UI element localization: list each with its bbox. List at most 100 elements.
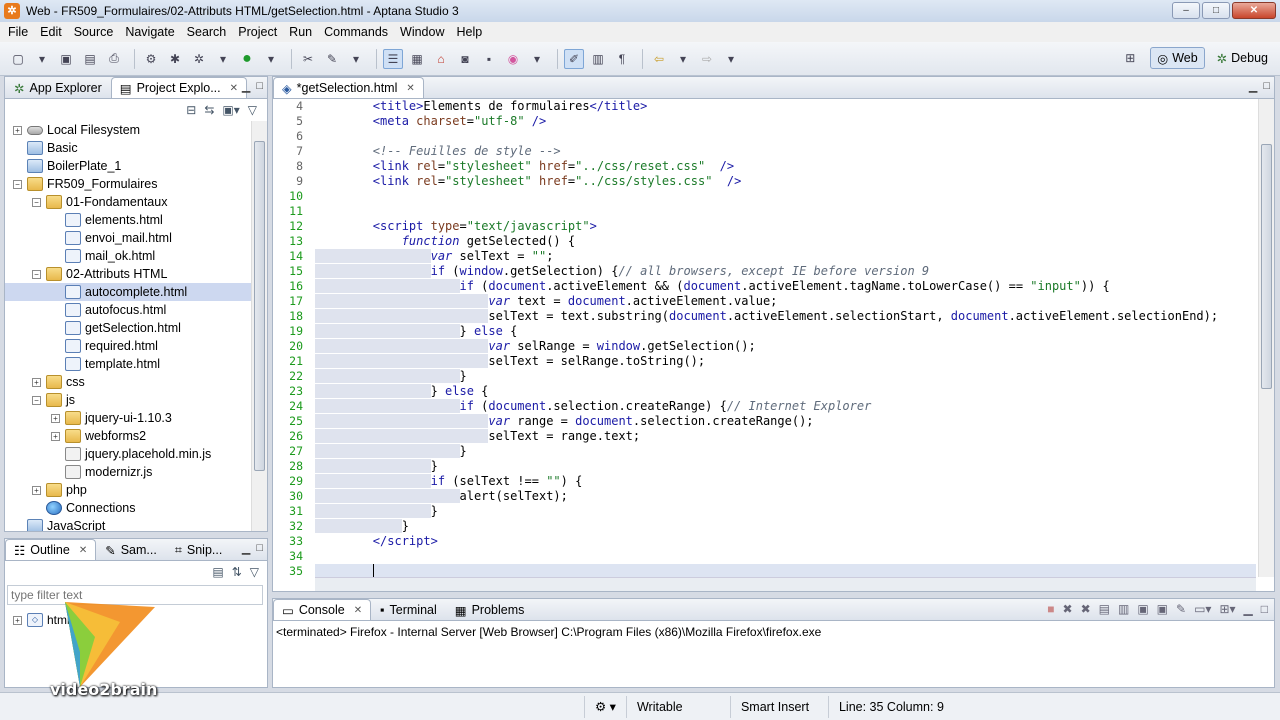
console-output-area[interactable]: <terminated> Firefox - Internal Server [… <box>273 621 1274 687</box>
code-line[interactable] <box>315 129 1256 144</box>
clear-console-icon[interactable]: ▤ <box>1099 602 1110 616</box>
collapse-icon[interactable]: − <box>13 179 22 189</box>
debug-icon[interactable]: ✲ <box>189 49 209 69</box>
open-perspective-icon[interactable]: ⊞ <box>1120 48 1140 68</box>
code-line[interactable]: <meta charset="utf-8" /> <box>315 114 1256 129</box>
code-line[interactable]: if (window.getSelection) {// all browser… <box>315 264 1256 279</box>
code-line[interactable]: </script> <box>315 534 1256 549</box>
dropdown-arrow-icon[interactable]: ▾ <box>213 49 233 69</box>
tree-item[interactable]: − 02-Attributs HTML <box>5 265 251 283</box>
code-line[interactable]: } <box>315 459 1256 474</box>
tab-problems[interactable]: ▦ Problems <box>446 599 534 620</box>
magic-wand-icon[interactable]: ✎ <box>322 49 342 69</box>
save-all-icon[interactable]: ▤ <box>80 49 100 69</box>
block-select-icon[interactable]: ▥ <box>588 49 608 69</box>
code-line[interactable]: selText = text.substring(document.active… <box>315 309 1256 324</box>
code-line[interactable]: } <box>315 444 1256 459</box>
minimize-panel-icon[interactable]: ▁ <box>242 80 250 93</box>
dropdown-arrow-icon[interactable]: ▾ <box>32 49 52 69</box>
menu-project[interactable]: Project <box>232 25 283 39</box>
code-editor[interactable]: <title>Elements de formulaires</title> <… <box>273 99 1256 577</box>
chevron-down-icon[interactable]: ▽ <box>248 103 257 117</box>
code-line[interactable]: var text = document.activeElement.value; <box>315 294 1256 309</box>
code-line[interactable]: if (document.selection.createRange) {// … <box>315 399 1256 414</box>
remove-launch-icon[interactable]: ✖ <box>1063 602 1073 616</box>
tree-item[interactable]: Connections <box>5 499 251 517</box>
tree-item[interactable]: autocomplete.html <box>5 283 251 301</box>
dropdown-arrow-icon[interactable]: ▾ <box>261 49 281 69</box>
code-line[interactable] <box>315 204 1256 219</box>
code-line[interactable]: alert(selText); <box>315 489 1256 504</box>
run-icon[interactable]: ● <box>237 49 257 69</box>
tab-getselection-html[interactable]: ◈ *getSelection.html ✕ <box>273 77 424 98</box>
editor-horizontal-scrollbar[interactable] <box>315 577 1256 591</box>
forward-arrow-icon[interactable]: ⇨ <box>697 49 717 69</box>
tree-item[interactable]: + Local Filesystem <box>5 121 251 139</box>
tree-item[interactable]: − FR509_Formulaires <box>5 175 251 193</box>
collapse-icon[interactable]: ▤ <box>212 565 223 579</box>
tree-item[interactable]: − 01-Fondamentaux <box>5 193 251 211</box>
show-output-icon[interactable]: ▣ <box>1137 602 1148 616</box>
tab-app-explorer[interactable]: ✲ App Explorer <box>5 77 111 98</box>
dropdown-arrow-icon[interactable]: ▾ <box>346 49 366 69</box>
menu-search[interactable]: Search <box>181 25 233 39</box>
minimize-panel-icon[interactable]: ▁ <box>1249 80 1257 93</box>
expand-icon[interactable]: + <box>51 413 60 423</box>
new-file-icon[interactable]: ▢ <box>8 49 28 69</box>
scrollbar-thumb[interactable] <box>254 141 265 471</box>
tree-item[interactable]: getSelection.html <box>5 319 251 337</box>
collapse-all-icon[interactable]: ⊟ <box>186 103 196 117</box>
close-tab-icon[interactable]: ✕ <box>406 83 414 94</box>
menu-help[interactable]: Help <box>451 25 489 39</box>
close-tab-icon[interactable]: ✕ <box>354 605 362 616</box>
highlight-icon[interactable]: ✐ <box>564 48 584 69</box>
tree-item[interactable]: template.html <box>5 355 251 373</box>
code-line[interactable]: selText = selRange.toString(); <box>315 354 1256 369</box>
color-wheel-icon[interactable]: ◉ <box>503 49 523 69</box>
scroll-lock-icon[interactable]: ▥ <box>1118 602 1129 616</box>
dropdown-arrow-icon[interactable]: ▾ <box>721 49 741 69</box>
tree-item[interactable]: + php <box>5 481 251 499</box>
code-line[interactable]: } else { <box>315 324 1256 339</box>
menu-run[interactable]: Run <box>283 25 318 39</box>
menu-commands[interactable]: Commands <box>318 25 394 39</box>
menu-edit[interactable]: Edit <box>34 25 68 39</box>
code-line[interactable]: } <box>315 504 1256 519</box>
cut-icon[interactable]: ✂ <box>298 49 318 69</box>
code-line[interactable]: <link rel="stylesheet" href="../css/rese… <box>315 159 1256 174</box>
save-icon[interactable]: ▣ <box>56 49 76 69</box>
tree-item[interactable]: + webforms2 <box>5 427 251 445</box>
tree-item[interactable]: JavaScript <box>5 517 251 531</box>
deploy-icon[interactable]: ⚙ <box>141 49 161 69</box>
maximize-panel-icon[interactable]: □ <box>256 542 263 555</box>
dropdown-arrow-icon[interactable]: ▾ <box>527 49 547 69</box>
collapse-icon[interactable]: − <box>32 269 41 279</box>
menu-source[interactable]: Source <box>68 25 120 39</box>
code-line[interactable]: <script type="text/javascript"> <box>315 219 1256 234</box>
code-line[interactable]: var selRange = window.getSelection(); <box>315 339 1256 354</box>
code-line[interactable] <box>315 549 1256 564</box>
close-tab-icon[interactable]: ✕ <box>230 83 238 94</box>
remove-all-icon[interactable]: ✖ <box>1081 602 1091 616</box>
tab-terminal[interactable]: ▪ Terminal <box>371 599 446 620</box>
expand-icon[interactable]: + <box>13 615 22 625</box>
code-line[interactable] <box>315 189 1256 204</box>
code-line[interactable]: } else { <box>315 384 1256 399</box>
grid-icon[interactable]: ▦ <box>407 49 427 69</box>
project-tree-scrollbar[interactable] <box>251 121 267 531</box>
maximize-panel-icon[interactable]: □ <box>1261 602 1268 616</box>
tab-project-explorer[interactable]: ▤ Project Explo... ✕ <box>110 77 248 98</box>
expand-icon[interactable]: + <box>51 431 60 441</box>
code-line[interactable]: var range = document.selection.createRan… <box>315 414 1256 429</box>
tab-snippets[interactable]: ⌗ Snip... <box>166 539 231 560</box>
settings-menu[interactable]: ⚙ ▾ <box>584 695 626 718</box>
tree-item[interactable]: + css <box>5 373 251 391</box>
code-line[interactable]: <link rel="stylesheet" href="../css/styl… <box>315 174 1256 189</box>
menu-navigate[interactable]: Navigate <box>119 25 180 39</box>
show-error-icon[interactable]: ▣ <box>1157 602 1168 616</box>
maximize-panel-icon[interactable]: □ <box>1263 80 1270 93</box>
perspective-debug[interactable]: ✲ Debug <box>1211 47 1274 69</box>
code-line[interactable]: var selText = ""; <box>315 249 1256 264</box>
outline-view-icon[interactable]: ☰ <box>383 48 403 69</box>
tree-item[interactable]: required.html <box>5 337 251 355</box>
